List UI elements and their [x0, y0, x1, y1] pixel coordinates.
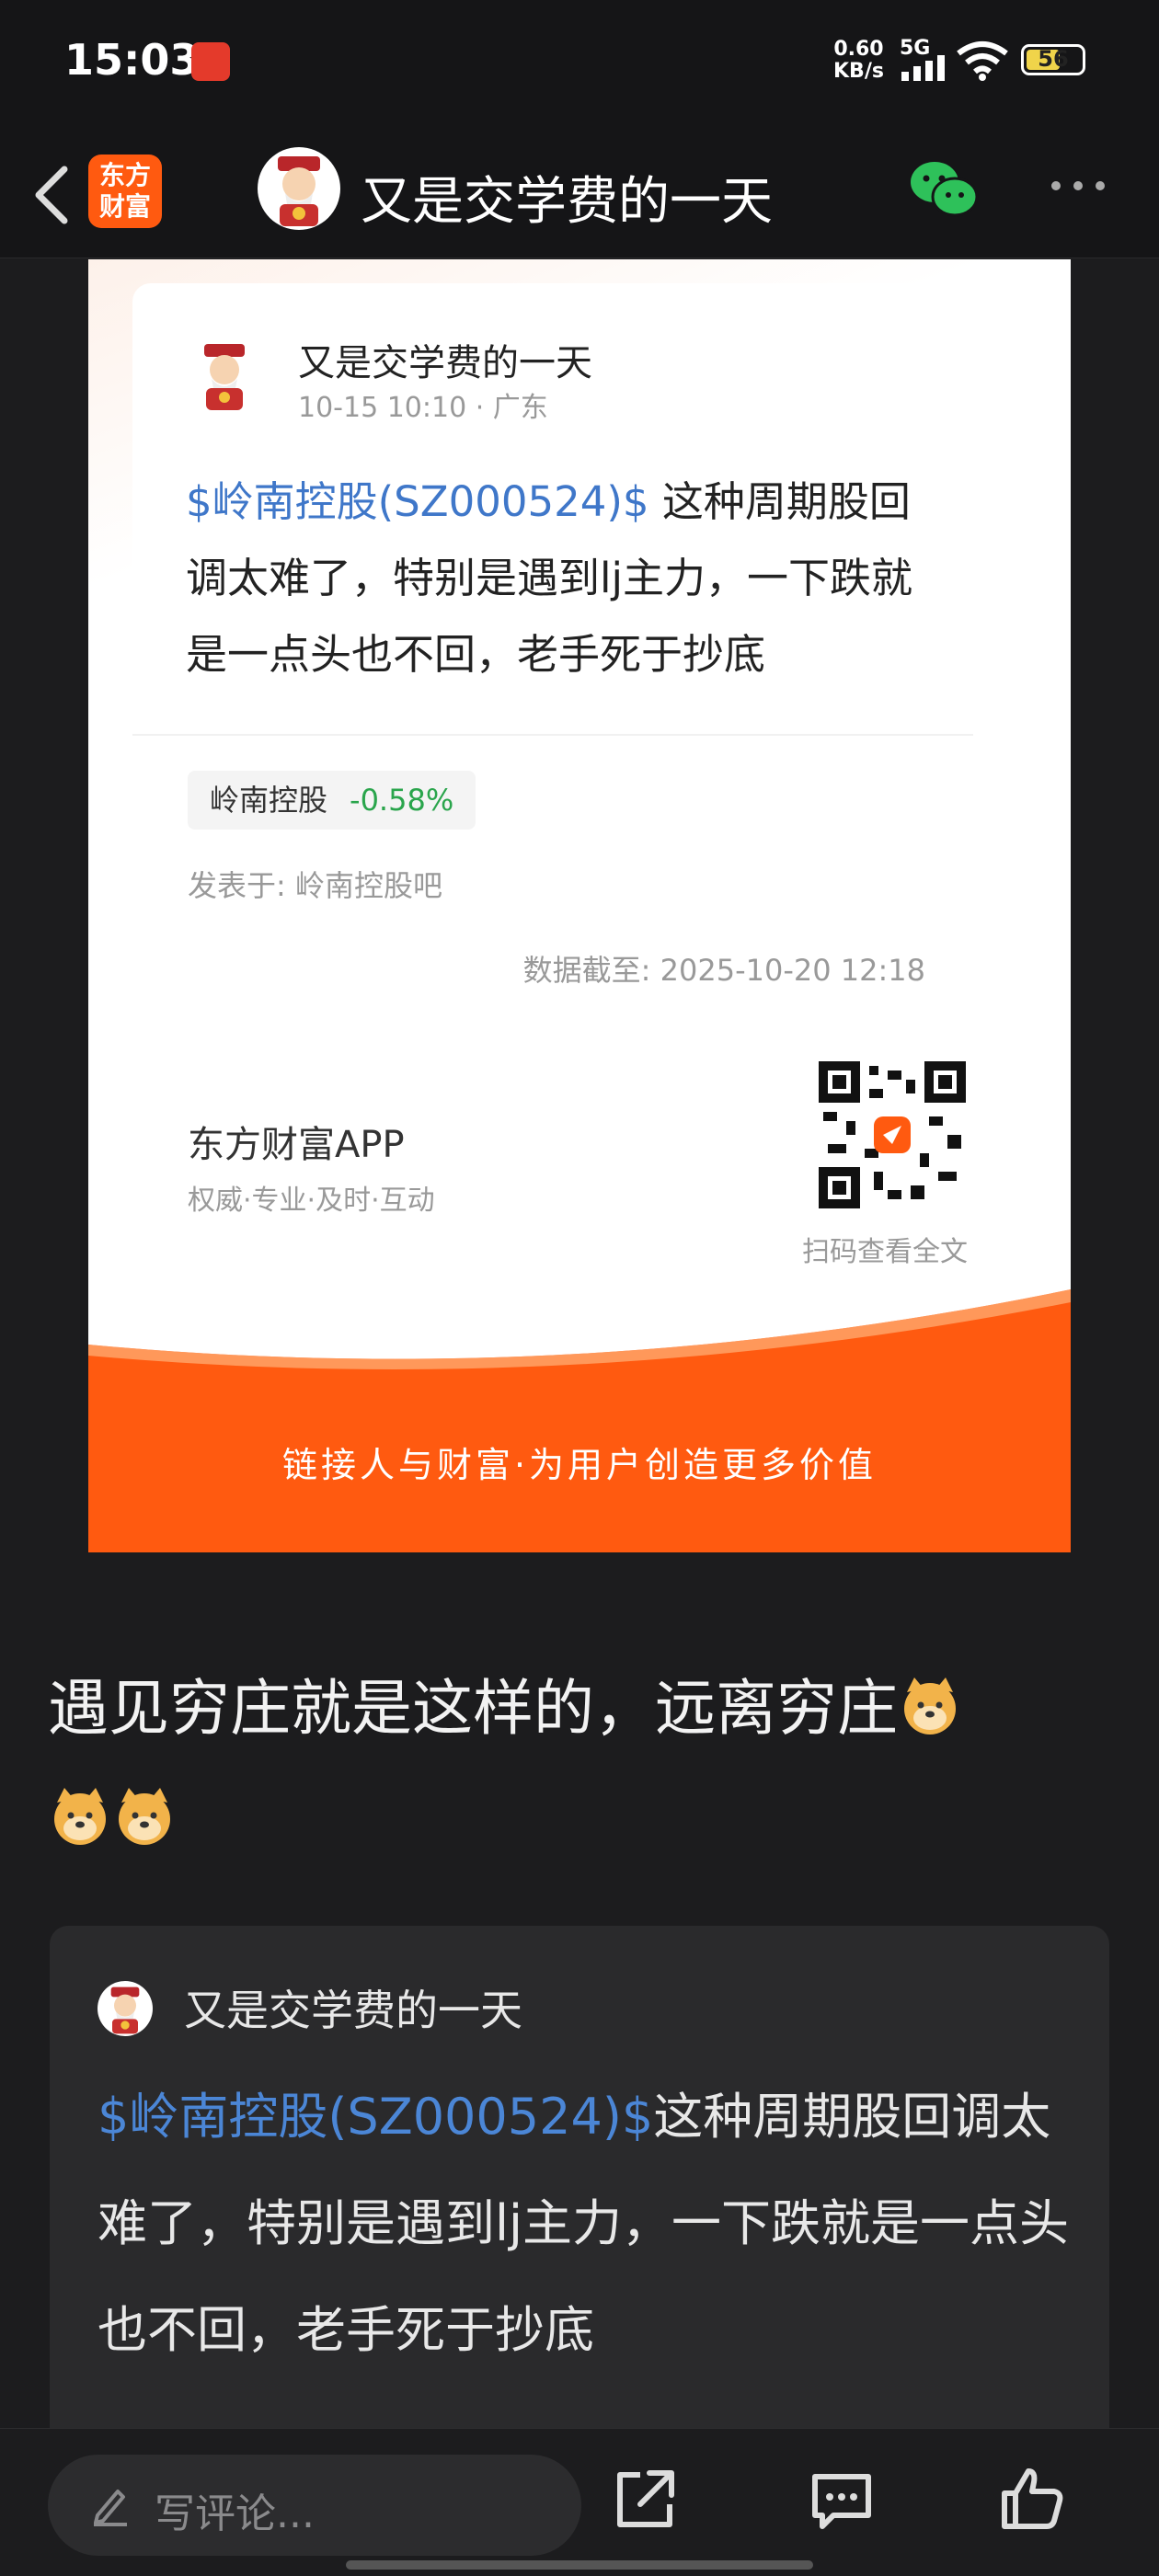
- quote-author-name[interactable]: 又是交学费的一天: [184, 1977, 522, 2038]
- signal-icon: [901, 55, 945, 81]
- comment-input[interactable]: 写评论...: [48, 2455, 581, 2556]
- doge-emoji-icon: [48, 1773, 112, 1845]
- share-icon[interactable]: [613, 2467, 677, 2532]
- app-logo-line1: 东方: [98, 160, 151, 190]
- wifi-icon: [957, 41, 1008, 81]
- network-speed: 0.60 KB/s: [833, 39, 884, 83]
- divider: [132, 734, 973, 736]
- app-logo-line2: 财富: [98, 191, 151, 222]
- quote-stock-tag[interactable]: $岭南控股(SZ000524)$: [98, 2088, 653, 2146]
- card-author-name: 又是交学费的一天: [298, 342, 592, 384]
- qr-code-icon: [819, 1061, 966, 1208]
- stock-quote-chip: 岭南控股 -0.58%: [188, 771, 476, 830]
- author-avatar[interactable]: [258, 147, 340, 230]
- status-bar: 15:03 0.60 KB/s 5G 56: [0, 0, 1159, 129]
- page-title: 又是交学费的一天: [361, 172, 773, 232]
- card-stock-tag: $岭南控股(SZ000524)$: [186, 477, 649, 526]
- comment-body: 遇见穷庄就是这样的，远离穷庄: [48, 1673, 898, 1744]
- qr-caption: 扫码查看全文: [802, 1236, 968, 1268]
- card-post-text: $岭南控股(SZ000524)$ 这种周期股回调太难了，特别是遇到lj主力，一下…: [186, 464, 949, 693]
- posted-in-label: 发表于: 岭南控股吧: [188, 868, 442, 903]
- wechat-share-icon[interactable]: [909, 160, 979, 219]
- data-timestamp: 数据截至: 2025-10-20 12:18: [522, 953, 925, 988]
- orange-footer-banner: [88, 1289, 1071, 1552]
- notification-app-icon: [191, 42, 230, 81]
- battery-level: 56: [1038, 46, 1069, 72]
- stock-name: 岭南控股: [210, 783, 328, 818]
- battery-icon: 56: [1021, 44, 1085, 75]
- bottom-action-bar: 写评论...: [0, 2428, 1159, 2576]
- comments-icon[interactable]: [809, 2469, 874, 2534]
- shared-post-image[interactable]: 又是交学费的一天 10-15 10:10 · 广东 $岭南控股(SZ000524…: [88, 259, 1071, 1552]
- doge-emoji-icon: [112, 1773, 177, 1845]
- god-of-wealth-avatar-icon: [110, 1986, 140, 2034]
- thumbs-up-icon[interactable]: [999, 2466, 1065, 2532]
- quote-post-text: $岭南控股(SZ000524)$这种周期股回调太难了，特别是遇到lj主力，一下跌…: [98, 2064, 1073, 2384]
- comment-text: 遇见穷庄就是这样的，远离穷庄: [48, 1654, 1115, 1874]
- network-speed-value: 0.60: [833, 38, 884, 61]
- more-options-icon[interactable]: [1049, 178, 1107, 193]
- comment-placeholder: 写评论...: [155, 2490, 315, 2537]
- status-time: 15:03: [64, 35, 200, 85]
- app-logo[interactable]: 东方 财富: [88, 155, 162, 228]
- quote-author-avatar[interactable]: [98, 1981, 153, 2036]
- brand-slogan: 权威·专业·及时·互动: [188, 1185, 435, 1217]
- card-post-meta: 10-15 10:10 · 广东: [298, 392, 548, 424]
- network-speed-unit: KB/s: [833, 60, 884, 83]
- footer-slogan: 链接人与财富·为用户创造更多价值: [281, 1445, 878, 1485]
- doge-emoji-icon: [898, 1663, 962, 1735]
- home-indicator[interactable]: [346, 2560, 813, 2570]
- pencil-icon: [94, 2490, 127, 2526]
- stock-change: -0.58%: [350, 783, 454, 818]
- brand-name: 东方财富APP: [188, 1124, 405, 1166]
- god-of-wealth-avatar-icon: [204, 344, 245, 410]
- god-of-wealth-avatar-icon: [278, 156, 320, 226]
- back-arrow-icon[interactable]: [24, 162, 79, 228]
- top-nav-bar: 东方 财富 又是交学费的一天: [0, 129, 1159, 258]
